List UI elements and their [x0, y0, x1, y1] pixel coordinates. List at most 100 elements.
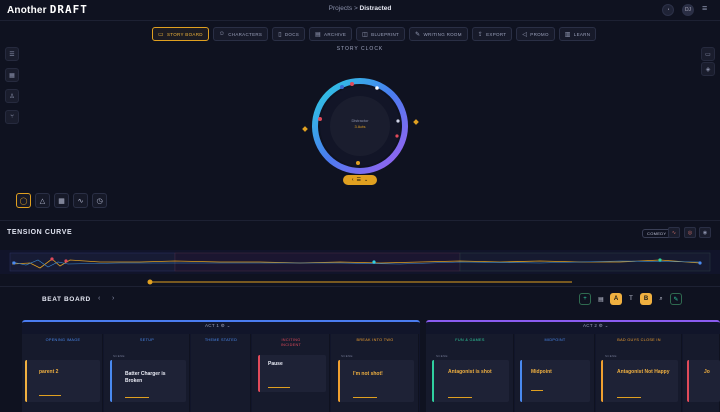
act-label-text: ACT 1	[205, 323, 220, 328]
user-icon[interactable]: ♙	[5, 89, 19, 103]
avatar[interactable]: DJ	[682, 4, 694, 16]
tension-point[interactable]	[50, 257, 54, 261]
breadcrumb-current: Distracted	[359, 5, 392, 12]
card-scene-label: SCENE	[605, 354, 617, 358]
act-2-label[interactable]: ACT 2 ⚙ ⌄	[583, 323, 609, 329]
tension-point[interactable]	[372, 260, 376, 264]
eye-icon[interactable]: ◉	[699, 227, 711, 238]
tab-blueprint[interactable]: ◫ BLUEPRINT	[356, 27, 406, 41]
tab-archive[interactable]: ▤ ARCHIVE	[309, 27, 353, 41]
clock-beat-marker[interactable]	[356, 161, 360, 165]
target-icon[interactable]: ◎	[684, 227, 696, 238]
people-icon: ☺	[218, 31, 226, 37]
monitor-icon: ▭	[158, 31, 164, 38]
tab-promo[interactable]: ◁ PROMO	[516, 27, 555, 41]
doc-icon: ▯	[278, 31, 282, 38]
chevron-left-icon: ‹	[351, 177, 354, 183]
tab-label: STORY BOARD	[166, 31, 203, 37]
triangle-view-icon[interactable]: △	[35, 193, 50, 208]
grid-icon[interactable]: ▦	[5, 68, 19, 82]
act-1-label[interactable]: ACT 1 ⚙ ⌄	[205, 323, 231, 329]
beat-card[interactable]	[25, 360, 100, 402]
export-icon: ⇪	[477, 31, 484, 38]
column-header[interactable]: SETUP	[128, 338, 166, 343]
pulse-icon[interactable]: ∿	[668, 227, 680, 238]
beat-card[interactable]	[432, 360, 509, 402]
column-header[interactable]: BREAK INTO TWO	[355, 338, 395, 343]
column-header[interactable]: THEME STATED	[201, 338, 241, 343]
clock-view-toolbar: ◯ △ ▦ ∿ ◷	[16, 193, 107, 208]
breadcrumb-root[interactable]: Projects	[329, 5, 352, 12]
edit-icon[interactable]: ✎	[670, 293, 682, 305]
column-header[interactable]: BAD GUYS CLOSE IN	[617, 338, 661, 343]
add-beat-button[interactable]: +	[579, 293, 591, 305]
clock-beat-marker[interactable]	[395, 134, 399, 138]
column-header[interactable]: OPENING IMAGE	[44, 338, 82, 343]
notification-icon[interactable]: ◔	[662, 4, 674, 16]
card-scene-label: SCENE	[341, 354, 353, 358]
tab-writing-room[interactable]: ✎ WRITING ROOM	[409, 27, 468, 41]
text-toggle-button[interactable]: T	[625, 293, 637, 305]
story-clock-title: STORY CLOCK	[336, 46, 384, 52]
tab-story-board[interactable]: ▭ STORY BOARD	[152, 27, 209, 41]
clock-beat-marker[interactable]	[340, 85, 344, 89]
grid-view-icon[interactable]: ▦	[54, 193, 69, 208]
clock-handle-left[interactable]	[302, 126, 308, 132]
beat-card[interactable]	[520, 360, 590, 402]
chevron-right-icon[interactable]: ›	[112, 295, 114, 302]
clock-beat-marker[interactable]	[396, 119, 400, 123]
pen-icon: ✎	[415, 31, 421, 38]
menu-icon[interactable]: ≡	[702, 4, 707, 13]
clock-beat-marker[interactable]	[350, 82, 354, 86]
tension-progress-handle[interactable]	[147, 279, 153, 285]
act-label-text: ACT 2	[583, 323, 598, 328]
search-icon[interactable]: ⌕	[655, 293, 667, 305]
tension-point[interactable]	[658, 258, 662, 262]
clock-beat-marker[interactable]	[375, 86, 379, 90]
top-divider	[0, 20, 720, 21]
tab-label: ARCHIVE	[324, 31, 347, 37]
tension-curve-chart[interactable]	[0, 250, 720, 290]
tab-docs[interactable]: ▯ DOCS	[272, 27, 306, 41]
tab-characters[interactable]: ☺ CHARACTERS	[212, 27, 269, 41]
card-title: Antagonist is shot	[448, 369, 492, 375]
layers-icon[interactable]: ◈	[701, 62, 715, 76]
genre-chip[interactable]: COMEDY	[642, 229, 672, 238]
circle-view-icon[interactable]: ◯	[16, 193, 31, 208]
main-tabs: ▭ STORY BOARD ☺ CHARACTERS ▯ DOCS ▤ ARCHIVE …	[152, 27, 597, 41]
column-header[interactable]: INCITING INCIDENT	[271, 338, 311, 348]
column-header[interactable]: MIDPOINT	[535, 338, 575, 343]
wave-view-icon[interactable]: ∿	[73, 193, 88, 208]
top-bar: Another DRAFT Projects > Distracted ◔ DJ…	[0, 0, 720, 20]
card-progress-bar	[268, 387, 290, 388]
beat-card[interactable]	[338, 360, 414, 402]
beat-view-button[interactable]: B	[640, 293, 652, 305]
tension-point[interactable]	[698, 261, 702, 265]
clock-beat-marker[interactable]	[318, 117, 322, 121]
tab-label: BLUEPRINT	[371, 31, 400, 37]
doc-icon[interactable]: ▤	[595, 293, 607, 305]
clock-pill-label: ☰	[356, 177, 361, 183]
tab-learn[interactable]: ▥ LEARN	[558, 27, 597, 41]
tab-export[interactable]: ⇪ EXPORT	[471, 27, 513, 41]
act-view-button[interactable]: A	[610, 293, 622, 305]
chevron-left-icon[interactable]: ‹	[98, 295, 100, 302]
column-header[interactable]: FUN & GAMES	[450, 338, 490, 343]
tension-point[interactable]	[12, 261, 16, 265]
tension-curve-title: TENSION CURVE	[7, 229, 73, 236]
beat-column-theme-stated	[191, 334, 251, 412]
card-scene-label: SCENE	[436, 354, 448, 358]
tension-point[interactable]	[64, 259, 68, 263]
card-title: I'm not shot!	[353, 371, 383, 377]
clock-view-icon[interactable]: ◷	[92, 193, 107, 208]
card-title: Pause	[268, 361, 283, 367]
clock-handle-right[interactable]	[413, 119, 419, 125]
beat-card[interactable]	[601, 360, 678, 402]
card-progress-bar	[353, 397, 377, 398]
clock-menu-button[interactable]: ‹ ☰ ⌄	[343, 175, 377, 185]
tab-label: DOCS	[284, 31, 300, 37]
clock-center-value: 3 Acts	[354, 124, 366, 129]
branch-icon[interactable]: ⑂	[5, 110, 19, 124]
app-window: Another DRAFT Projects > Distracted ◔ DJ…	[0, 0, 720, 412]
beat-card[interactable]	[687, 360, 720, 402]
